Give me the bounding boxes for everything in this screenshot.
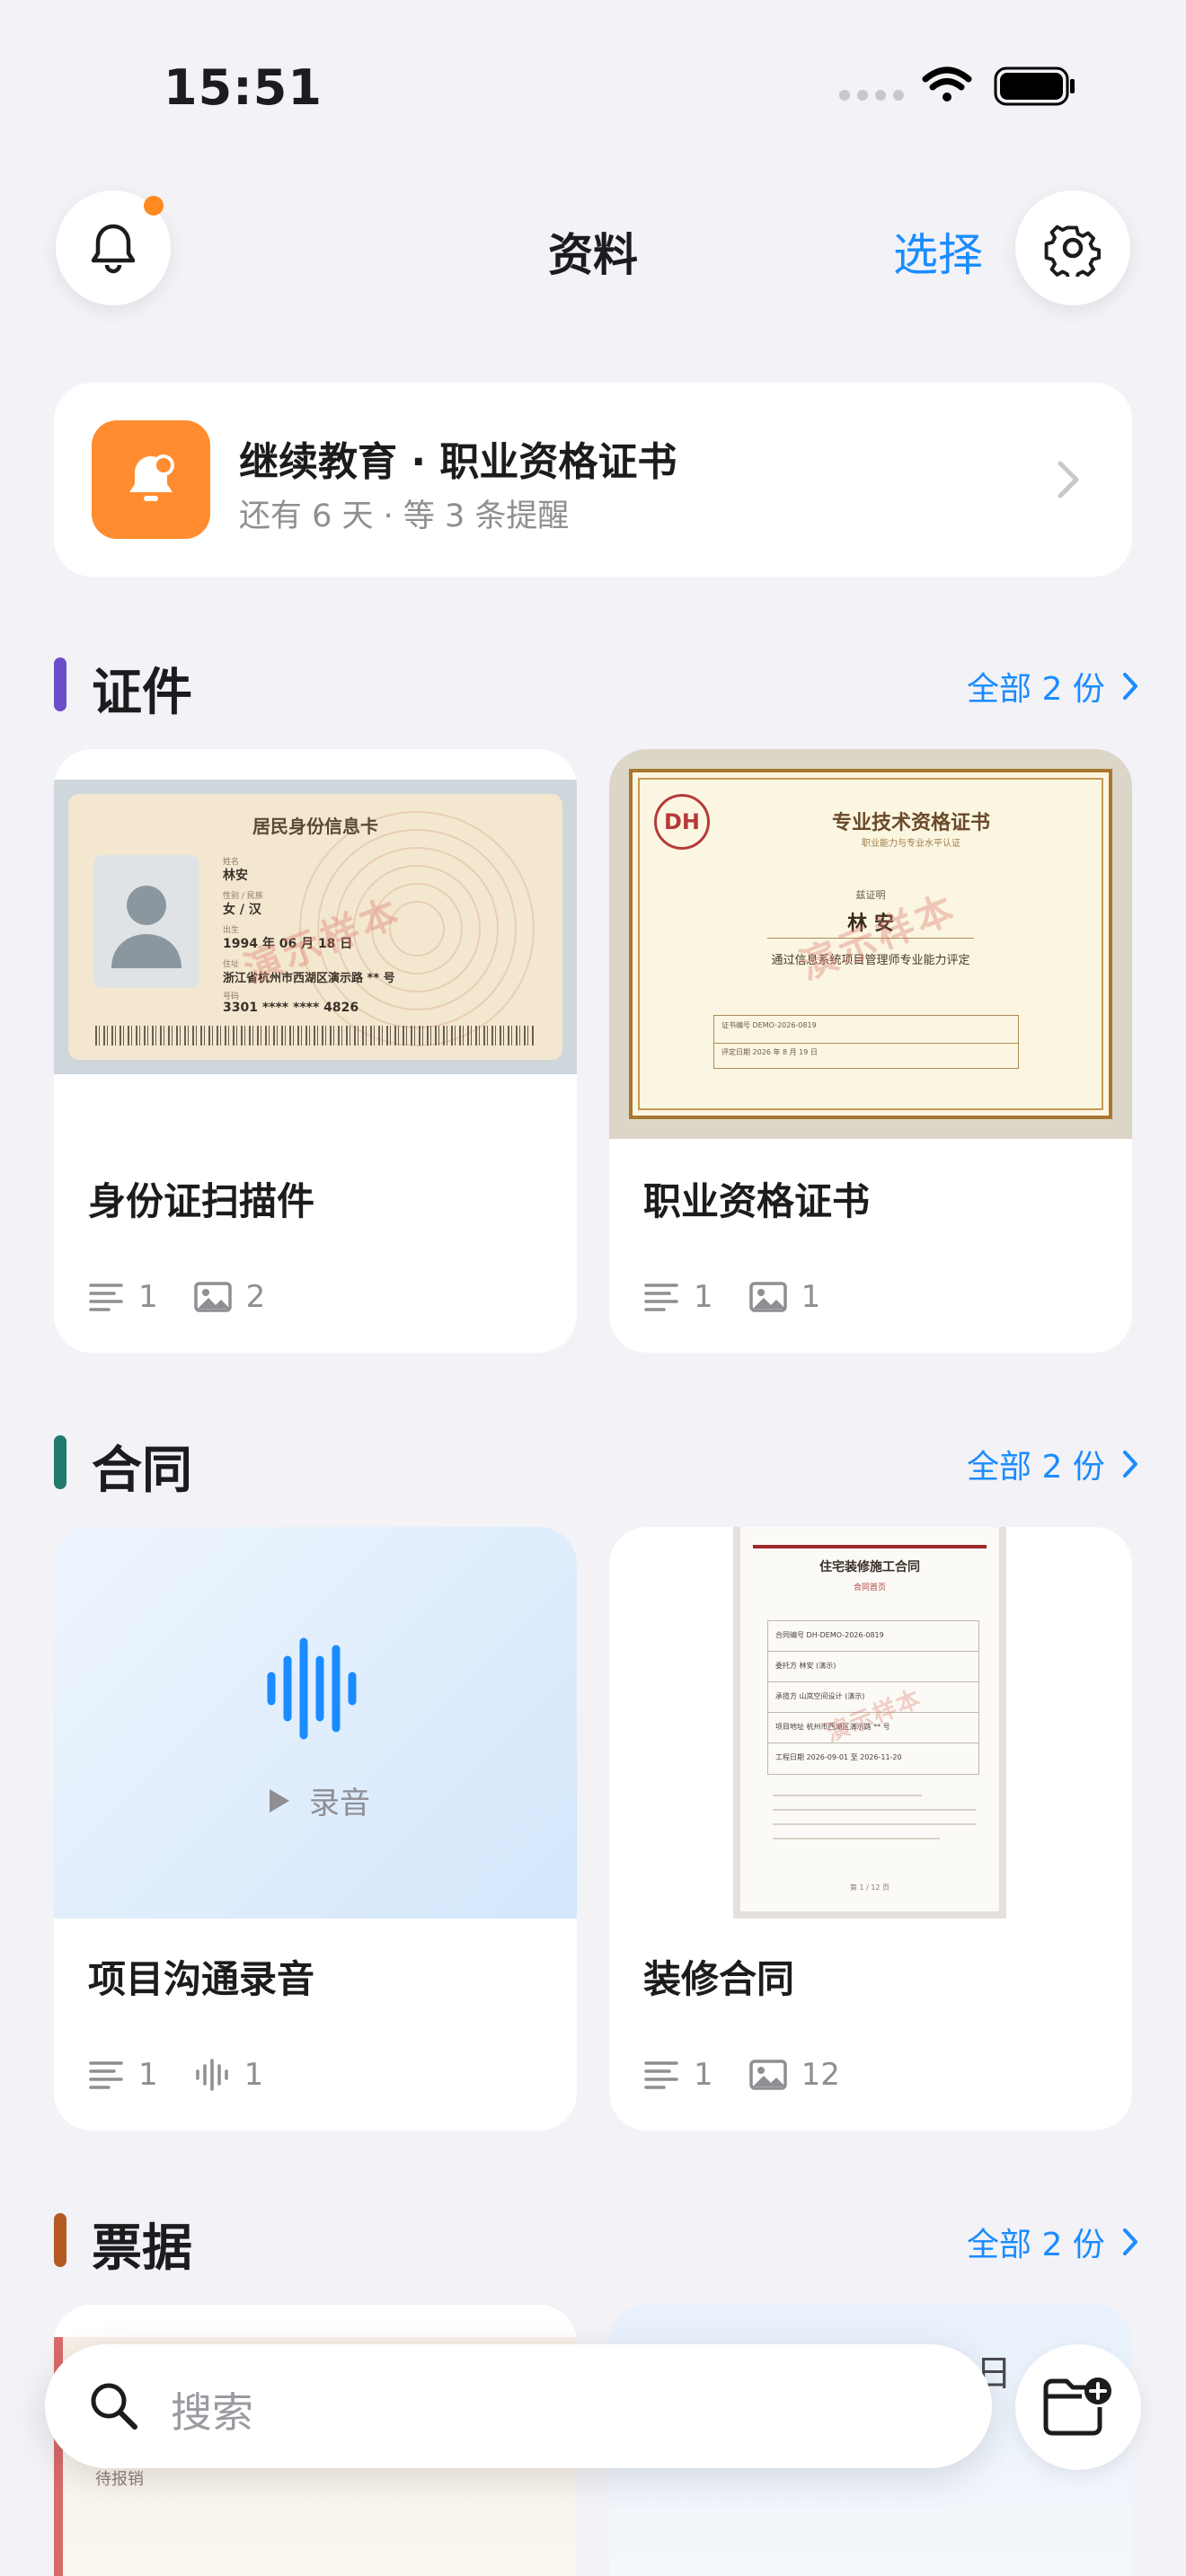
chevron-right-icon — [1122, 673, 1137, 700]
section-accent-bar — [54, 2213, 66, 2267]
section-accent-bar — [54, 1435, 66, 1489]
notification-badge — [144, 196, 164, 216]
card-meta: 1 1 — [88, 2057, 299, 2093]
view-all-contracts[interactable]: 全部 2 份 — [967, 1441, 1139, 1487]
chevron-right-icon — [1122, 1451, 1137, 1478]
doc-card-certificate[interactable]: DH 专业技术资格证书 职业能力与专业水平认证 兹证明 林 安 通过信息系统项目… — [609, 749, 1132, 1353]
id-photo — [93, 855, 199, 988]
id-number: 3301 **** **** 4826 — [223, 1001, 359, 1015]
text-count: 1 — [138, 2057, 158, 2093]
search-input[interactable]: 搜索 — [171, 2380, 253, 2439]
person-icon — [111, 886, 181, 968]
contract-thumbnail: 住宅装修施工合同 合同首页 合同编号 DH-DEMO-2026-0819 委托方… — [733, 1527, 1006, 1919]
waveform-icon — [267, 1637, 357, 1740]
contract-row: 工程日期 2026-09-01 至 2026-11-20 — [775, 1753, 902, 1761]
view-all-label: 全部 2 份 — [967, 1449, 1105, 1486]
audio-label: 录音 — [309, 1786, 370, 1822]
audio-count: 1 — [243, 2057, 264, 2093]
status-icons — [839, 66, 1075, 106]
contract-row: 委托方 林安 (演示) — [768, 1652, 978, 1682]
gear-icon — [1044, 225, 1101, 277]
audio-thumbnail: 录音 — [54, 1527, 577, 1919]
card-title: 职业资格证书 — [643, 1179, 871, 1223]
select-button[interactable]: 选择 — [893, 219, 983, 284]
id-thumbnail: 居民身份信息卡 姓名 林安 性别 / 民族 女 / 汉 出生 1994 年 06… — [54, 780, 577, 1074]
text-count: 1 — [694, 1279, 713, 1315]
receipt-status: 待报销 — [95, 2470, 144, 2489]
doc-card-audio[interactable]: 录音 项目沟通录音 1 1 — [54, 1527, 577, 2130]
section-title-certificates: 证件 — [92, 664, 192, 722]
image-count: 2 — [245, 1279, 266, 1315]
image-icon — [748, 2060, 787, 2090]
card-meta: 1 12 — [643, 2057, 876, 2093]
settings-button[interactable] — [1015, 190, 1130, 305]
certificate-number: 证书编号 DEMO-2026-0819 — [721, 1021, 817, 1029]
barcode — [95, 1026, 535, 1045]
section-title-contracts: 合同 — [92, 1442, 192, 1500]
text-lines-icon — [89, 1284, 123, 1311]
battery-icon — [994, 66, 1075, 106]
certificate-date: 评定日期 2026 年 8 月 19 日 — [721, 1048, 818, 1056]
chevron-right-icon — [1122, 2228, 1137, 2255]
id-name: 林安 — [223, 869, 248, 883]
audio-wave-icon — [195, 2059, 228, 2091]
view-all-certificates[interactable]: 全部 2 份 — [967, 663, 1139, 710]
reminder-title: 继续教育 · 职业资格证书 — [239, 439, 677, 485]
search-icon — [91, 2383, 137, 2430]
image-count: 1 — [801, 1279, 821, 1315]
add-folder-button[interactable] — [1015, 2344, 1141, 2470]
reminder-icon — [92, 420, 210, 539]
card-meta: 1 2 — [88, 1279, 301, 1315]
contract-row: 合同编号 DH-DEMO-2026-0819 — [768, 1621, 978, 1652]
text-count: 1 — [694, 2057, 713, 2093]
page-title: 资料 — [548, 229, 638, 281]
card-title: 身份证扫描件 — [88, 1179, 315, 1223]
folder-add-icon — [1043, 2378, 1111, 2436]
doc-card-contract[interactable]: 住宅装修施工合同 合同首页 合同编号 DH-DEMO-2026-0819 委托方… — [609, 1527, 1132, 2130]
certificate-subtitle: 职业能力与专业水平认证 — [862, 839, 960, 849]
wifi-icon — [922, 66, 972, 101]
search-bar[interactable]: 搜索 — [45, 2344, 992, 2468]
section-title-receipts: 票据 — [92, 2219, 192, 2278]
id-sex: 女 / 汉 — [223, 903, 261, 917]
certificate-title: 专业技术资格证书 — [831, 812, 990, 834]
reminder-subtitle: 还有 6 天 · 等 3 条提醒 — [239, 498, 570, 534]
section-accent-bar — [54, 657, 66, 711]
play-icon — [270, 1788, 289, 1813]
chevron-right-icon — [1058, 461, 1079, 498]
doc-card-id-scan[interactable]: 居民身份信息卡 姓名 林安 性别 / 民族 女 / 汉 出生 1994 年 06… — [54, 749, 577, 1353]
status-time: 15:51 — [164, 59, 323, 116]
certificate-thumbnail: DH 专业技术资格证书 职业能力与专业水平认证 兹证明 林 安 通过信息系统项目… — [609, 749, 1132, 1139]
view-all-label: 全部 2 份 — [967, 671, 1105, 708]
text-lines-icon — [89, 2061, 123, 2089]
reminder-card[interactable]: 继续教育 · 职业资格证书 还有 6 天 · 等 3 条提醒 — [54, 383, 1132, 577]
certificate-holder-label: 兹证明 — [855, 889, 886, 901]
view-all-receipts[interactable]: 全部 2 份 — [967, 2219, 1139, 2265]
contract-subtitle: 合同首页 — [853, 1584, 886, 1592]
text-lines-icon — [644, 1284, 678, 1311]
image-count: 12 — [801, 2057, 840, 2093]
card-title: 项目沟通录音 — [88, 1957, 315, 2001]
image-icon — [748, 1282, 787, 1312]
view-all-label: 全部 2 份 — [967, 2227, 1105, 2263]
image-icon — [193, 1282, 232, 1312]
text-lines-icon — [644, 2061, 678, 2089]
id-card-title: 居民身份信息卡 — [252, 816, 378, 837]
play-label: 录音 — [266, 1778, 370, 1822]
bell-icon — [91, 224, 136, 274]
text-count: 1 — [138, 1279, 158, 1315]
card-meta: 1 1 — [643, 1279, 856, 1315]
contract-page-number: 第 1 / 12 页 — [849, 1883, 890, 1892]
notifications-button[interactable] — [56, 190, 171, 305]
signal-icon — [839, 90, 904, 101]
contract-title: 住宅装修施工合同 — [819, 1560, 920, 1575]
card-title: 装修合同 — [643, 1957, 795, 2001]
